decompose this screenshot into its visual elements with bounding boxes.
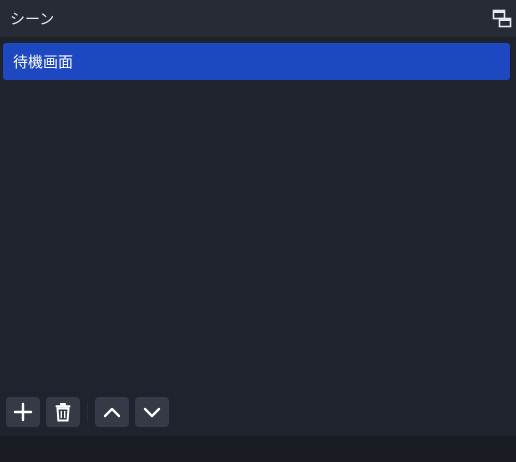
scenes-dock: シーン 待機画面	[0, 0, 516, 462]
move-scene-up-button[interactable]	[95, 397, 129, 427]
scene-toolbar	[0, 390, 516, 436]
undock-button[interactable]	[492, 9, 512, 29]
scene-item-selected[interactable]: 待機画面	[3, 43, 510, 80]
chevron-up-icon	[103, 407, 121, 418]
dock-titlebar: シーン	[0, 0, 516, 38]
plus-icon	[13, 402, 33, 422]
move-scene-down-button[interactable]	[135, 397, 169, 427]
scene-list[interactable]: 待機画面	[0, 38, 516, 390]
remove-scene-button[interactable]	[46, 397, 80, 427]
dock-title: シーン	[10, 10, 55, 28]
toolbar-separator	[87, 402, 88, 422]
dock-footer	[0, 436, 516, 462]
undock-icon	[492, 9, 512, 28]
trash-icon	[55, 403, 71, 422]
scene-item-label: 待機画面	[13, 53, 74, 71]
chevron-down-icon	[143, 407, 161, 418]
add-scene-button[interactable]	[6, 397, 40, 427]
